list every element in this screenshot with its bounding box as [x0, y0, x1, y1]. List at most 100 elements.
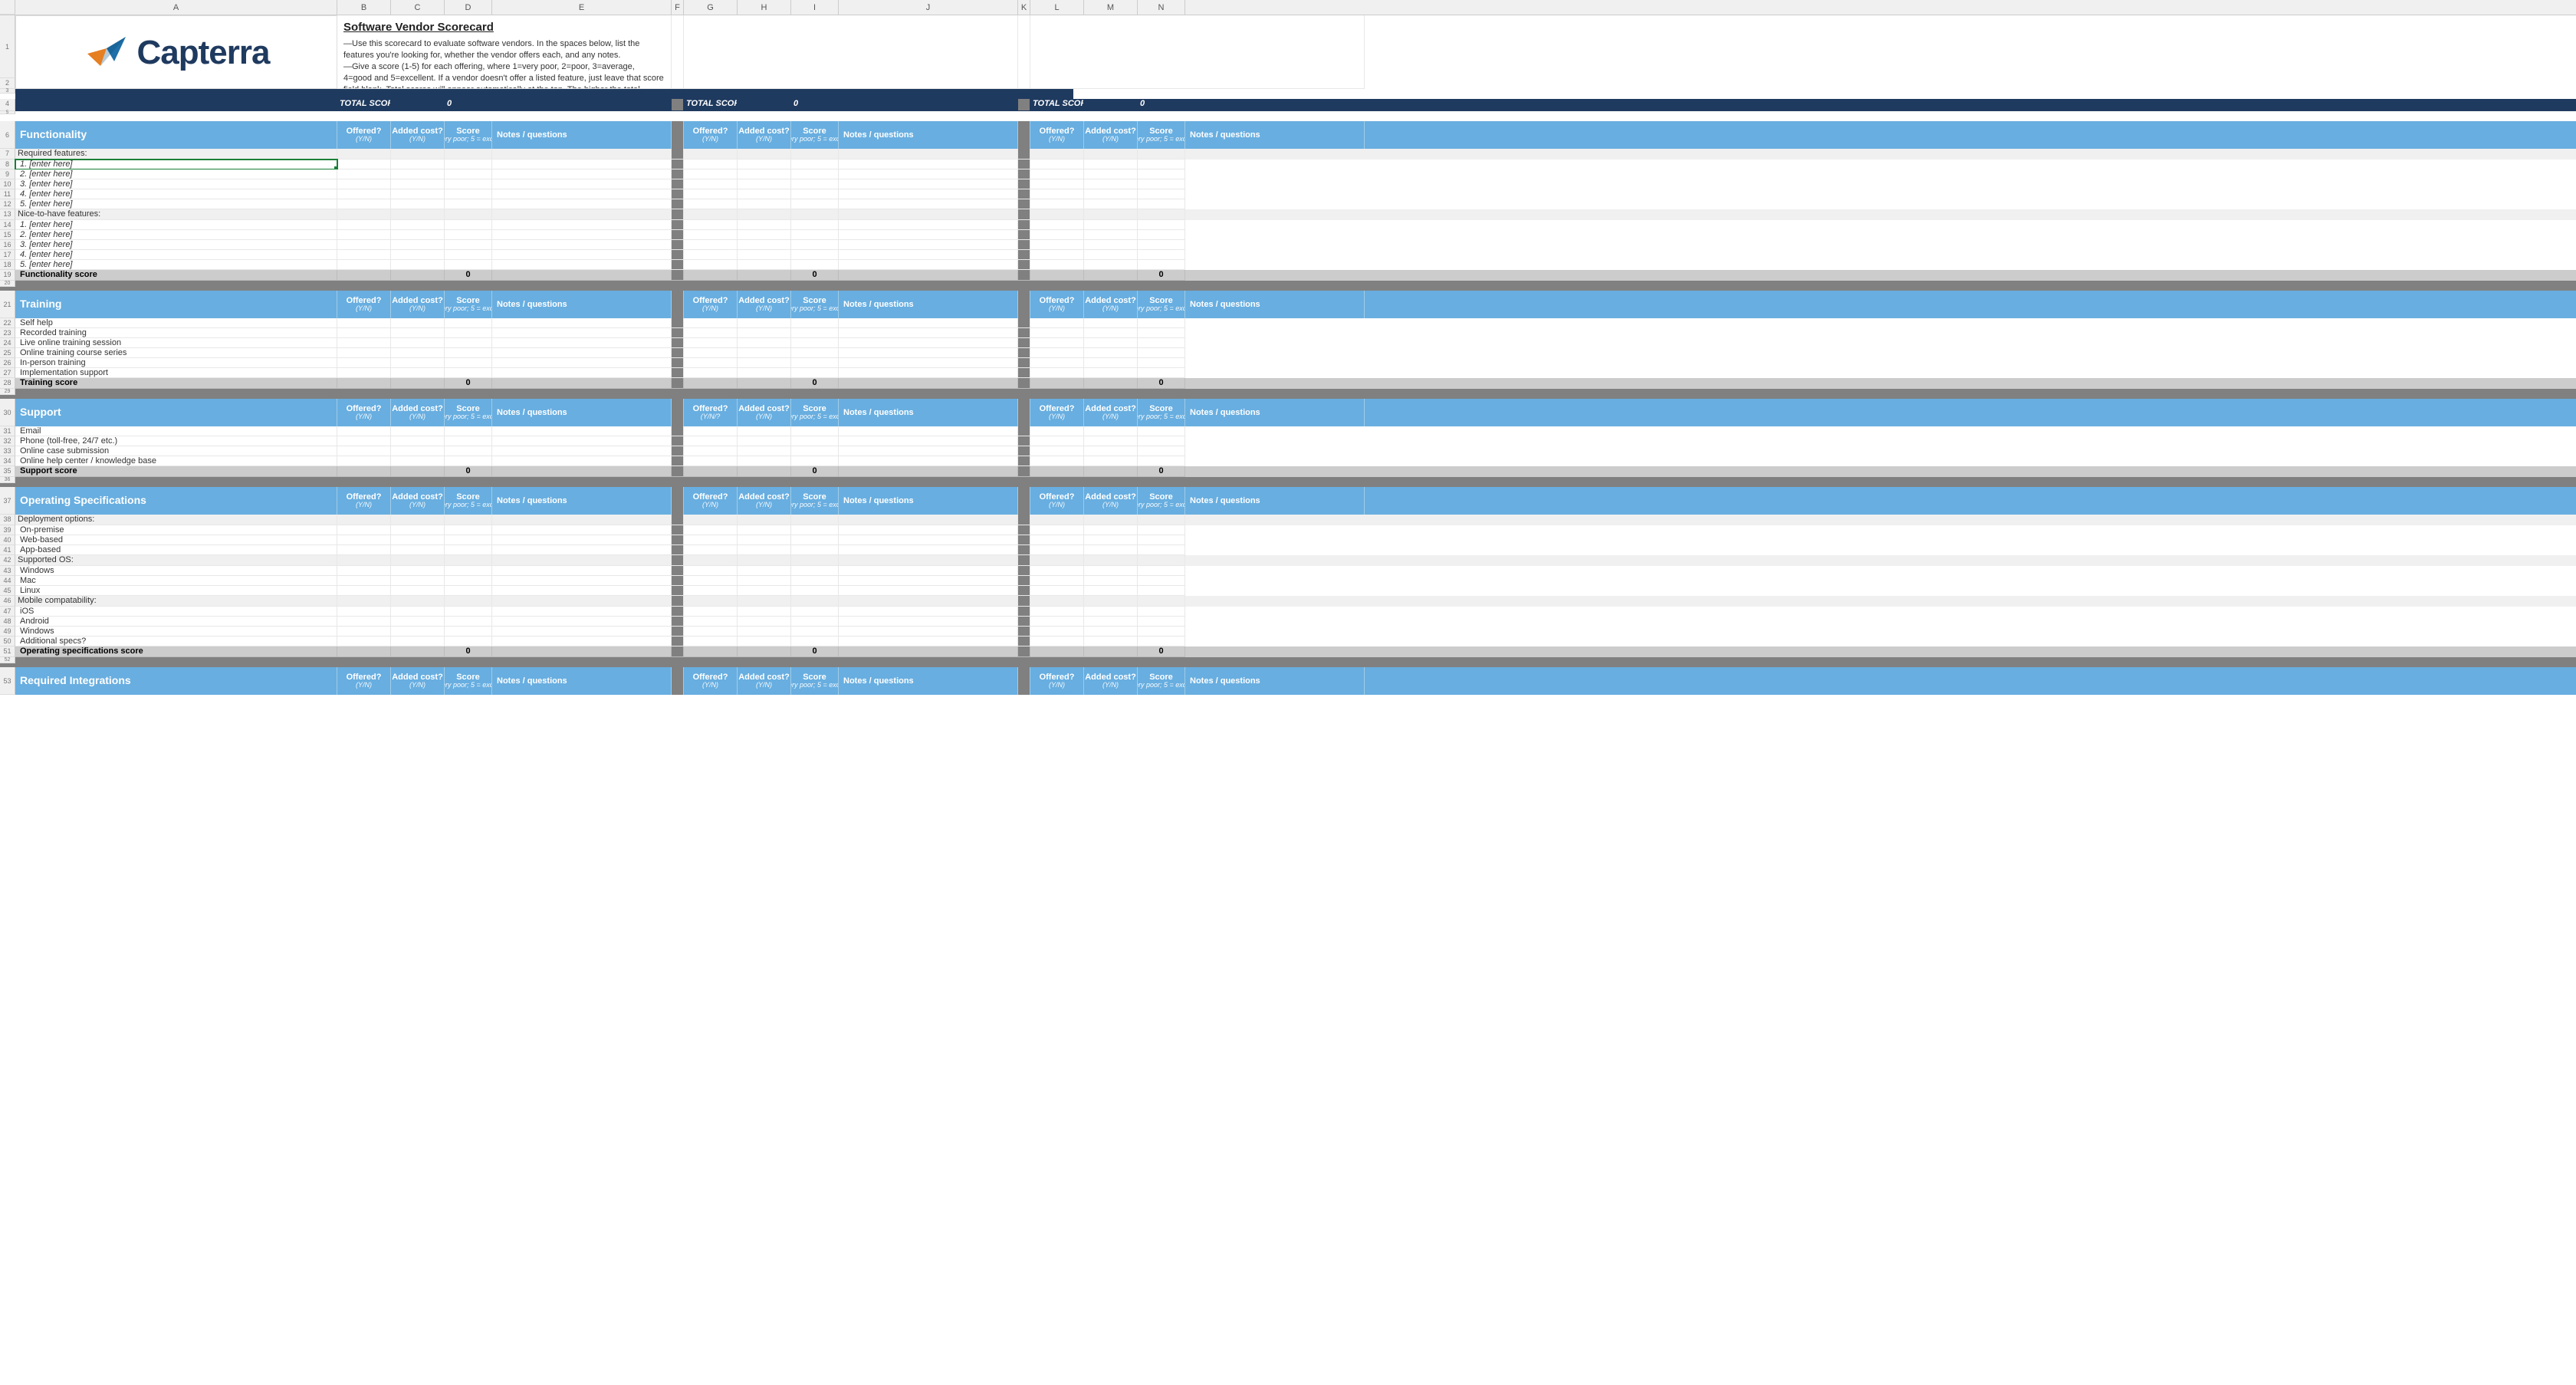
cell[interactable]: [391, 358, 445, 368]
cell[interactable]: [791, 617, 839, 627]
cell[interactable]: [839, 189, 1018, 199]
cell[interactable]: [684, 160, 738, 169]
cell[interactable]: [492, 220, 672, 230]
cell[interactable]: [1138, 535, 1185, 545]
cell[interactable]: [337, 240, 391, 250]
cell[interactable]: [337, 209, 391, 220]
cell[interactable]: [839, 230, 1018, 240]
cell[interactable]: [1030, 566, 1084, 576]
cell[interactable]: [1084, 515, 1138, 525]
cell[interactable]: [492, 525, 672, 535]
cell[interactable]: [391, 426, 445, 436]
cell[interactable]: [684, 368, 738, 378]
cell[interactable]: [684, 358, 738, 368]
col-header-l[interactable]: L: [1030, 0, 1084, 15]
cell[interactable]: [1084, 586, 1138, 596]
cell[interactable]: [684, 189, 738, 199]
cell[interactable]: [445, 596, 492, 607]
row-header-10[interactable]: 10: [0, 179, 15, 189]
cell[interactable]: [1030, 378, 1084, 389]
cell[interactable]: [684, 260, 738, 270]
row-header-29[interactable]: 29: [0, 389, 15, 395]
cell[interactable]: [492, 378, 672, 389]
cell[interactable]: [839, 250, 1018, 260]
cell[interactable]: [1030, 535, 1084, 545]
cell[interactable]: [684, 426, 738, 436]
cell[interactable]: [1138, 525, 1185, 535]
row-header-34[interactable]: 34: [0, 456, 15, 466]
cell[interactable]: [839, 378, 1018, 389]
cell[interactable]: [492, 426, 672, 436]
cell[interactable]: [684, 515, 738, 525]
row-label[interactable]: Online case submission: [15, 446, 337, 456]
cell[interactable]: [1030, 149, 1084, 160]
cell[interactable]: [738, 515, 791, 525]
cell[interactable]: [1030, 189, 1084, 199]
cell[interactable]: [15, 99, 337, 111]
cell[interactable]: [391, 617, 445, 627]
cell[interactable]: [337, 250, 391, 260]
cell[interactable]: [684, 466, 738, 477]
row-header-50[interactable]: 50: [0, 637, 15, 646]
cell[interactable]: [1030, 338, 1084, 348]
cell[interactable]: [839, 338, 1018, 348]
cell[interactable]: [492, 199, 672, 209]
cell[interactable]: [1138, 607, 1185, 617]
cell[interactable]: [738, 617, 791, 627]
row-label[interactable]: In-person training: [15, 358, 337, 368]
cell[interactable]: [1138, 260, 1185, 270]
cell[interactable]: [492, 179, 672, 189]
cell[interactable]: [791, 230, 839, 240]
cell[interactable]: [445, 318, 492, 328]
cell[interactable]: [684, 230, 738, 240]
cell[interactable]: [492, 555, 672, 566]
cell[interactable]: [492, 637, 672, 646]
cell[interactable]: [445, 240, 492, 250]
cell[interactable]: [492, 596, 672, 607]
cell[interactable]: [738, 456, 791, 466]
row-header-24[interactable]: 24: [0, 338, 15, 348]
cell[interactable]: [738, 348, 791, 358]
cell[interactable]: [445, 586, 492, 596]
cell[interactable]: [738, 169, 791, 179]
row-header-44[interactable]: 44: [0, 576, 15, 586]
cell[interactable]: [445, 535, 492, 545]
cell[interactable]: [445, 456, 492, 466]
cell[interactable]: [337, 586, 391, 596]
cell[interactable]: [1030, 545, 1084, 555]
cell[interactable]: [337, 270, 391, 281]
cell[interactable]: [738, 240, 791, 250]
col-header-m[interactable]: M: [1084, 0, 1138, 15]
cell[interactable]: [391, 596, 445, 607]
cell[interactable]: [445, 338, 492, 348]
cell[interactable]: [445, 555, 492, 566]
cell[interactable]: [839, 260, 1018, 270]
row-label[interactable]: Additional specs?: [15, 637, 337, 646]
cell[interactable]: [839, 646, 1018, 657]
cell[interactable]: [492, 230, 672, 240]
cell[interactable]: [1030, 328, 1084, 338]
cell[interactable]: [839, 545, 1018, 555]
cell[interactable]: [791, 160, 839, 169]
cell[interactable]: [1030, 15, 1365, 89]
cell[interactable]: [839, 169, 1018, 179]
cell[interactable]: [684, 617, 738, 627]
cell[interactable]: [1030, 169, 1084, 179]
cell[interactable]: [445, 220, 492, 230]
cell[interactable]: [791, 545, 839, 555]
col-header-k[interactable]: K: [1018, 0, 1030, 15]
row-label[interactable]: Online training course series: [15, 348, 337, 358]
cell[interactable]: [738, 250, 791, 260]
cell[interactable]: [445, 230, 492, 240]
row-header-6[interactable]: 6: [0, 121, 15, 149]
cell[interactable]: [738, 646, 791, 657]
cell[interactable]: [839, 240, 1018, 250]
cell[interactable]: [684, 220, 738, 230]
cell[interactable]: [337, 149, 391, 160]
row-header-21[interactable]: 21: [0, 291, 15, 318]
cell[interactable]: [1138, 368, 1185, 378]
cell[interactable]: [1138, 617, 1185, 627]
cell[interactable]: [337, 576, 391, 586]
cell[interactable]: [391, 378, 445, 389]
cell[interactable]: [492, 576, 672, 586]
